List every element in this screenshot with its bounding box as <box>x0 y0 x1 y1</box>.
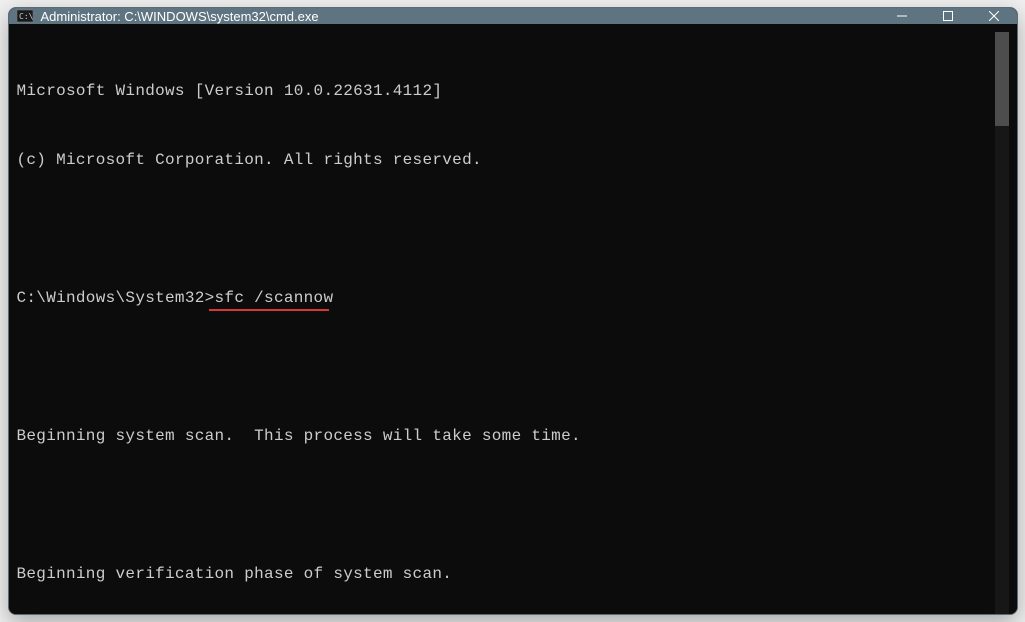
maximize-button[interactable] <box>925 8 971 24</box>
window-controls <box>879 8 1017 24</box>
output-line: Beginning system scan. This process will… <box>17 425 995 448</box>
prompt-prefix: C:\Windows\System32> <box>17 289 215 307</box>
annotation-underline <box>209 309 329 312</box>
minimize-button[interactable] <box>879 8 925 24</box>
terminal-output: Microsoft Windows [Version 10.0.22631.41… <box>17 28 995 615</box>
blank-line <box>17 356 995 379</box>
prompt-line: C:\Windows\System32>sfc /scannow <box>17 287 995 310</box>
svg-text:C:\: C:\ <box>19 12 33 21</box>
output-line: Beginning verification phase of system s… <box>17 563 995 586</box>
terminal-body[interactable]: Microsoft Windows [Version 10.0.22631.41… <box>9 24 1017 615</box>
close-button[interactable] <box>971 8 1017 24</box>
scrollbar-thumb[interactable] <box>995 32 1009 126</box>
titlebar[interactable]: C:\ Administrator: C:\WINDOWS\system32\c… <box>9 8 1017 24</box>
cmd-window: C:\ Administrator: C:\WINDOWS\system32\c… <box>8 7 1018 615</box>
scrollbar-track[interactable] <box>995 32 1009 615</box>
output-line: Microsoft Windows [Version 10.0.22631.41… <box>17 80 995 103</box>
output-line: (c) Microsoft Corporation. All rights re… <box>17 149 995 172</box>
window-title: Administrator: C:\WINDOWS\system32\cmd.e… <box>41 9 879 24</box>
command-text: sfc /scannow <box>215 289 334 307</box>
blank-line <box>17 494 995 517</box>
cmd-icon: C:\ <box>17 8 33 24</box>
blank-line <box>17 218 995 241</box>
